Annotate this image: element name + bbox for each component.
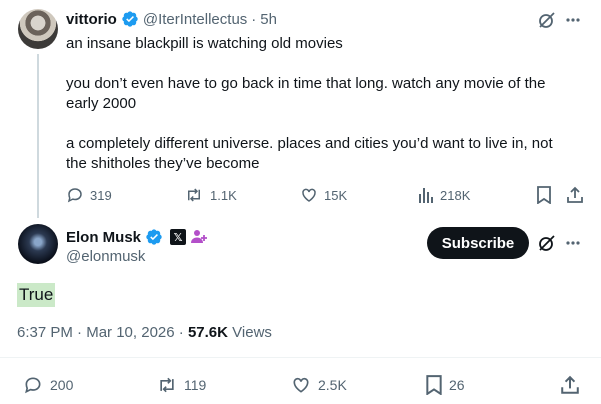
main-bookmark-button[interactable]: 26 xyxy=(425,375,465,395)
reply-views-button[interactable]: 218K xyxy=(418,186,470,204)
reply-text: an insane blackpill is watching old movi… xyxy=(66,34,576,194)
reply-replies-count: 319 xyxy=(90,187,112,203)
views-count: 57.6K xyxy=(187,324,228,341)
like-icon xyxy=(302,188,316,202)
reply-reply-button[interactable]: 319 xyxy=(66,186,112,204)
reply-icon xyxy=(67,188,82,203)
people-badge-icon[interactable] xyxy=(190,229,208,245)
main-display-name[interactable]: Elon Musk xyxy=(66,229,141,246)
separator-dot: · xyxy=(178,324,188,341)
main-tweet-text: True xyxy=(17,283,56,307)
share-icon xyxy=(561,375,579,394)
tweet-time[interactable]: 6:37 PM xyxy=(17,324,73,341)
main-avatar[interactable] xyxy=(18,224,58,264)
reply-paragraph-3: a completely different universe. places … xyxy=(66,135,553,172)
repost-icon xyxy=(188,188,200,202)
reply-display-name[interactable]: vittorio xyxy=(66,11,117,28)
main-share-button[interactable] xyxy=(560,375,580,395)
separator-dot: · xyxy=(251,10,257,28)
main-more-button[interactable] xyxy=(565,233,581,253)
reply-repost-button[interactable]: 1.1K xyxy=(184,186,237,204)
reply-time[interactable]: 5h xyxy=(260,11,277,28)
tweet-date[interactable]: Mar 10, 2026 xyxy=(86,324,174,341)
views-icon xyxy=(419,188,433,203)
reply-reposts-count: 1.1K xyxy=(210,187,237,203)
reply-bookmark-button[interactable] xyxy=(536,186,552,204)
subscribe-button[interactable]: Subscribe xyxy=(427,227,529,259)
more-icon xyxy=(566,18,580,22)
divider xyxy=(0,357,601,358)
views-label: Views xyxy=(232,324,272,341)
reply-paragraph-1: an insane blackpill is watching old movi… xyxy=(66,35,343,52)
main-header: Elon Musk 𝕏 xyxy=(66,228,208,246)
reply-grok-button[interactable] xyxy=(537,10,557,30)
verified-icon xyxy=(122,11,138,27)
grok-icon xyxy=(539,12,555,28)
main-handle[interactable]: @elonmusk xyxy=(66,248,145,265)
bookmark-icon xyxy=(426,375,442,395)
reply-avatar[interactable] xyxy=(18,9,58,49)
share-icon xyxy=(567,186,583,203)
reply-share-button[interactable] xyxy=(566,186,584,204)
reply-like-button[interactable]: 15K xyxy=(300,186,347,204)
tweet-meta: 6:37 PM · Mar 10, 2026 · 57.6K Views xyxy=(17,324,272,341)
reply-header: vittorio @IterIntellectus · 5h xyxy=(66,10,277,28)
main-reply-button[interactable]: 200 xyxy=(22,375,73,395)
repost-icon xyxy=(160,377,174,393)
main-grok-button[interactable] xyxy=(537,233,557,253)
reply-paragraph-2: you don’t even have to go back in time t… xyxy=(66,75,546,112)
reply-handle[interactable]: @IterIntellectus xyxy=(143,11,247,28)
thread-connector xyxy=(37,54,39,218)
main-like-button[interactable]: 2.5K xyxy=(290,375,347,395)
verified-icon xyxy=(146,229,162,245)
main-bookmarks-count: 26 xyxy=(449,377,465,393)
separator-dot: · xyxy=(77,324,87,341)
main-repost-button[interactable]: 119 xyxy=(156,375,206,395)
reply-views-count: 218K xyxy=(440,187,471,203)
more-icon xyxy=(566,241,580,245)
reply-icon xyxy=(25,377,41,394)
x-affiliate-icon[interactable]: 𝕏 xyxy=(170,229,187,245)
reply-likes-count: 15K xyxy=(324,187,348,203)
bookmark-icon xyxy=(537,186,551,204)
grok-icon xyxy=(539,235,555,251)
reply-more-button[interactable] xyxy=(565,10,581,30)
main-replies-count: 200 xyxy=(50,377,74,393)
main-likes-count: 2.5K xyxy=(318,377,347,393)
main-reposts-count: 119 xyxy=(184,377,207,393)
like-icon xyxy=(293,377,309,393)
